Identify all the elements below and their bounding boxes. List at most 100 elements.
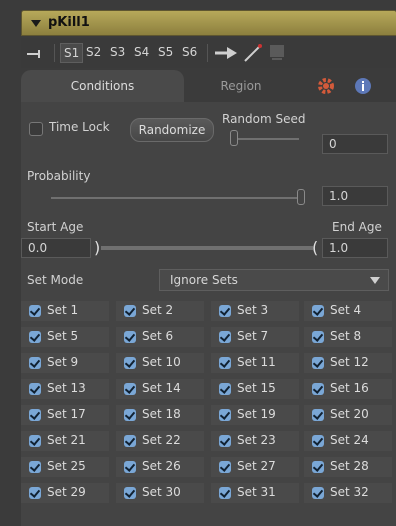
set-label: Set 31 [237, 485, 276, 499]
checkmark-icon [29, 357, 41, 369]
probability-slider-thumb[interactable] [297, 189, 305, 205]
set-label: Set 27 [237, 459, 276, 473]
scene-tab-s6[interactable]: S6 [182, 45, 197, 59]
set-checkbox[interactable]: Set 11 [211, 353, 299, 373]
tool-panel: pKill1 S1 S2 S3 S4 S5 S6 Conditions Regi… [0, 0, 396, 526]
set-label: Set 13 [47, 381, 86, 395]
set-label: Set 20 [330, 407, 369, 421]
end-age-field[interactable]: 1.0 [322, 238, 388, 258]
checkmark-icon [29, 305, 41, 317]
checkmark-icon [29, 461, 41, 473]
checkmark-icon [124, 461, 136, 473]
checkmark-icon [312, 409, 324, 421]
set-checkbox[interactable]: Set 26 [116, 457, 204, 477]
time-lock-checkbox[interactable] [29, 122, 43, 136]
set-checkbox[interactable]: Set 19 [211, 405, 299, 425]
set-label: Set 21 [47, 433, 86, 447]
checkmark-icon [219, 305, 231, 317]
set-checkbox[interactable]: Set 5 [21, 327, 109, 347]
set-checkbox[interactable]: Set 27 [211, 457, 299, 477]
set-checkbox[interactable]: Set 15 [211, 379, 299, 399]
checkmark-icon [124, 409, 136, 421]
checkmark-icon [312, 357, 324, 369]
arrow-right-icon[interactable] [215, 46, 239, 63]
checkmark-icon [124, 383, 136, 395]
scene-tab-s4[interactable]: S4 [134, 45, 149, 59]
checkmark-icon [312, 305, 324, 317]
set-checkbox[interactable]: Set 1 [21, 301, 109, 321]
set-checkbox[interactable]: Set 29 [21, 483, 109, 503]
scene-tab-s2[interactable]: S2 [86, 45, 101, 59]
set-label: Set 3 [237, 303, 269, 317]
start-age-field[interactable]: 0.0 [21, 238, 91, 258]
checkmark-icon [219, 461, 231, 473]
checkmark-icon [29, 383, 41, 395]
set-checkbox[interactable]: Set 28 [304, 457, 392, 477]
set-label: Set 14 [142, 381, 181, 395]
checkmark-icon [312, 461, 324, 473]
set-label: Set 1 [47, 303, 79, 317]
checkmark-icon [219, 487, 231, 499]
set-label: Set 18 [142, 407, 181, 421]
set-checkbox[interactable]: Set 13 [21, 379, 109, 399]
set-checkbox[interactable]: Set 8 [304, 327, 392, 347]
end-age-handle[interactable]: ( [312, 238, 318, 257]
checkmark-icon [124, 305, 136, 317]
start-age-label: Start Age [27, 220, 84, 234]
set-checkbox[interactable]: Set 32 [304, 483, 392, 503]
settings-gear-icon[interactable] [315, 76, 337, 96]
set-checkbox[interactable]: Set 16 [304, 379, 392, 399]
set-checkbox[interactable]: Set 14 [116, 379, 204, 399]
set-checkbox[interactable]: Set 17 [21, 405, 109, 425]
collapse-arrow-icon[interactable] [31, 20, 41, 27]
checkmark-icon [29, 331, 41, 343]
randomize-button[interactable]: Randomize [130, 118, 214, 142]
set-checkbox[interactable]: Set 31 [211, 483, 299, 503]
info-icon[interactable] [352, 76, 374, 96]
set-label: Set 19 [237, 407, 276, 421]
set-checkbox[interactable]: Set 7 [211, 327, 299, 347]
set-checkbox[interactable]: Set 20 [304, 405, 392, 425]
start-age-handle[interactable]: ) [94, 238, 100, 257]
set-label: Set 25 [47, 459, 86, 473]
set-label: Set 7 [237, 329, 269, 343]
set-label: Set 2 [142, 303, 174, 317]
set-checkbox[interactable]: Set 10 [116, 353, 204, 373]
tab-conditions[interactable]: Conditions [21, 70, 184, 102]
random-seed-slider-track [231, 138, 299, 140]
set-checkbox[interactable]: Set 24 [304, 431, 392, 451]
scene-tab-s3[interactable]: S3 [110, 45, 125, 59]
set-checkbox[interactable]: Set 3 [211, 301, 299, 321]
set-checkbox[interactable]: Set 30 [116, 483, 204, 503]
scene-tab-s5[interactable]: S5 [158, 45, 173, 59]
set-mode-label: Set Mode [27, 273, 84, 287]
set-checkbox[interactable]: Set 12 [304, 353, 392, 373]
set-label: Set 28 [330, 459, 369, 473]
random-seed-field[interactable]: 0 [322, 134, 388, 154]
set-checkbox[interactable]: Set 9 [21, 353, 109, 373]
wand-icon[interactable] [243, 43, 265, 66]
set-checkbox[interactable]: Set 18 [116, 405, 204, 425]
probability-field[interactable]: 1.0 [322, 186, 388, 206]
pin-icon[interactable] [27, 48, 47, 58]
checkmark-icon [219, 383, 231, 395]
tab-region[interactable]: Region [198, 70, 284, 102]
set-checkbox[interactable]: Set 25 [21, 457, 109, 477]
set-mode-dropdown[interactable]: Ignore Sets [159, 269, 389, 291]
checkmark-icon [124, 435, 136, 447]
display-icon[interactable] [269, 44, 285, 65]
tool-header[interactable]: pKill1 [21, 10, 396, 36]
set-checkbox[interactable]: Set 21 [21, 431, 109, 451]
scene-tab-s1[interactable]: S1 [60, 43, 84, 63]
set-checkbox[interactable]: Set 6 [116, 327, 204, 347]
checkmark-icon [29, 409, 41, 421]
set-label: Set 24 [330, 433, 369, 447]
set-label: Set 8 [330, 329, 362, 343]
set-checkbox[interactable]: Set 4 [304, 301, 392, 321]
set-checkbox[interactable]: Set 22 [116, 431, 204, 451]
toolbar: S1 S2 S3 S4 S5 S6 [21, 38, 396, 68]
set-checkbox[interactable]: Set 2 [116, 301, 204, 321]
set-checkbox[interactable]: Set 23 [211, 431, 299, 451]
random-seed-slider-thumb[interactable] [230, 130, 238, 146]
random-seed-label: Random Seed [222, 112, 306, 126]
